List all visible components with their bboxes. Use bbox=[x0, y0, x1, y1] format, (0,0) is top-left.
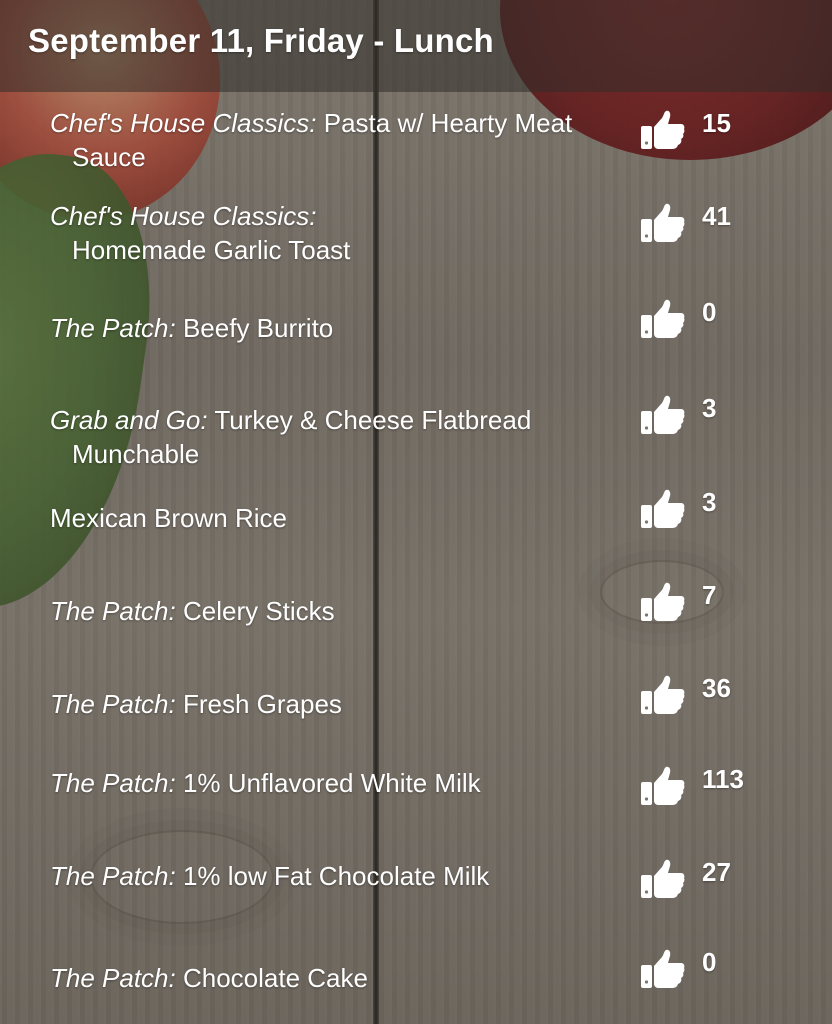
menu-item-station: The Patch: bbox=[50, 596, 176, 626]
menu-item: The Patch: Celery Sticks 7 bbox=[0, 580, 832, 673]
menu-item-name: Homemade Garlic Toast bbox=[72, 235, 351, 265]
menu-item-text: The Patch: Beefy Burrito bbox=[50, 311, 632, 345]
menu-item: The Patch: Chocolate Cake 0 bbox=[0, 947, 832, 1024]
menu-item-text: Chef's House Classics: Pasta w/ Hearty M… bbox=[50, 106, 632, 174]
thumbs-up-icon[interactable] bbox=[640, 395, 686, 435]
menu-item-text: Grab and Go: Turkey & Cheese Flatbread M… bbox=[50, 403, 632, 471]
menu-item-name: Beefy Burrito bbox=[182, 313, 334, 343]
thumbs-up-icon[interactable] bbox=[640, 299, 686, 339]
menu-item-station: The Patch: bbox=[50, 313, 176, 343]
menu-item-name: Celery Sticks bbox=[182, 596, 335, 626]
like-button[interactable]: 0 bbox=[640, 297, 716, 341]
menu-item-station: Grab and Go: bbox=[50, 405, 208, 435]
like-count: 41 bbox=[702, 200, 731, 231]
like-count: 36 bbox=[702, 672, 731, 703]
menu-item: Chef's House Classics: Pasta w/ Hearty M… bbox=[0, 92, 832, 185]
like-button[interactable]: 36 bbox=[640, 673, 731, 717]
like-count: 27 bbox=[702, 856, 731, 887]
like-count: 15 bbox=[702, 107, 731, 138]
page-title: September 11, Friday - Lunch bbox=[28, 22, 494, 59]
menu-item: Chef's House Classics: Homemade Garlic To… bbox=[0, 185, 832, 278]
menu-item-station: The Patch: bbox=[50, 861, 176, 891]
like-button[interactable]: 3 bbox=[640, 393, 716, 437]
menu-item: Mexican Brown Rice 3 bbox=[0, 487, 832, 580]
menu-item-name: Fresh Grapes bbox=[182, 689, 342, 719]
menu-item-text: The Patch: 1% Unflavored White Milk bbox=[50, 766, 632, 800]
like-button[interactable]: 3 bbox=[640, 487, 716, 531]
menu-item-name: 1% low Fat Chocolate Milk bbox=[182, 861, 490, 891]
thumbs-up-icon[interactable] bbox=[640, 582, 686, 622]
menu-item-station: The Patch: bbox=[50, 768, 176, 798]
thumbs-up-icon[interactable] bbox=[640, 489, 686, 529]
menu-item-text: The Patch: Fresh Grapes bbox=[50, 687, 632, 721]
like-button[interactable]: 41 bbox=[640, 201, 731, 245]
like-count: 3 bbox=[702, 486, 717, 517]
menu-item-text: The Patch: 1% low Fat Chocolate Milk bbox=[50, 859, 632, 893]
menu-item-station: Chef's House Classics: bbox=[50, 201, 317, 231]
thumbs-up-icon[interactable] bbox=[640, 766, 686, 806]
like-count: 3 bbox=[702, 392, 717, 423]
menu-item-station: The Patch: bbox=[50, 963, 176, 993]
menu-item-station: Chef's House Classics: bbox=[50, 108, 317, 138]
like-button[interactable]: 7 bbox=[640, 580, 716, 624]
menu-item: The Patch: 1% low Fat Chocolate Milk 27 bbox=[0, 845, 832, 938]
thumbs-up-icon[interactable] bbox=[640, 110, 686, 150]
like-count: 0 bbox=[702, 296, 717, 327]
menu-item-name: Mexican Brown Rice bbox=[50, 503, 287, 533]
menu-item-text: The Patch: Celery Sticks bbox=[50, 594, 632, 628]
like-count: 113 bbox=[702, 763, 744, 794]
thumbs-up-icon[interactable] bbox=[640, 203, 686, 243]
like-count: 0 bbox=[702, 946, 717, 977]
menu-header: September 11, Friday - Lunch bbox=[0, 0, 832, 92]
menu-item-station: The Patch: bbox=[50, 689, 176, 719]
like-count: 7 bbox=[702, 579, 717, 610]
menu-item-text: Chef's House Classics: Homemade Garlic To… bbox=[50, 199, 632, 267]
menu-item-name: 1% Unflavored White Milk bbox=[182, 768, 481, 798]
like-button[interactable]: 15 bbox=[640, 108, 731, 152]
menu-item-text: The Patch: Chocolate Cake bbox=[50, 961, 632, 995]
menu-item: The Patch: 1% Unflavored White Milk 113 bbox=[0, 752, 832, 845]
thumbs-up-icon[interactable] bbox=[640, 949, 686, 989]
thumbs-up-icon[interactable] bbox=[640, 859, 686, 899]
like-button[interactable]: 0 bbox=[640, 947, 716, 991]
like-button[interactable]: 113 bbox=[640, 764, 744, 808]
menu-item: The Patch: Beefy Burrito 0 bbox=[0, 297, 832, 390]
menu-item: Grab and Go: Turkey & Cheese Flatbread M… bbox=[0, 389, 832, 482]
menu-list: Chef's House Classics: Pasta w/ Hearty M… bbox=[0, 92, 832, 1024]
like-button[interactable]: 27 bbox=[640, 857, 731, 901]
menu-item-name: Chocolate Cake bbox=[182, 963, 368, 993]
menu-item-text: Mexican Brown Rice bbox=[50, 501, 632, 535]
thumbs-up-icon[interactable] bbox=[640, 675, 686, 715]
